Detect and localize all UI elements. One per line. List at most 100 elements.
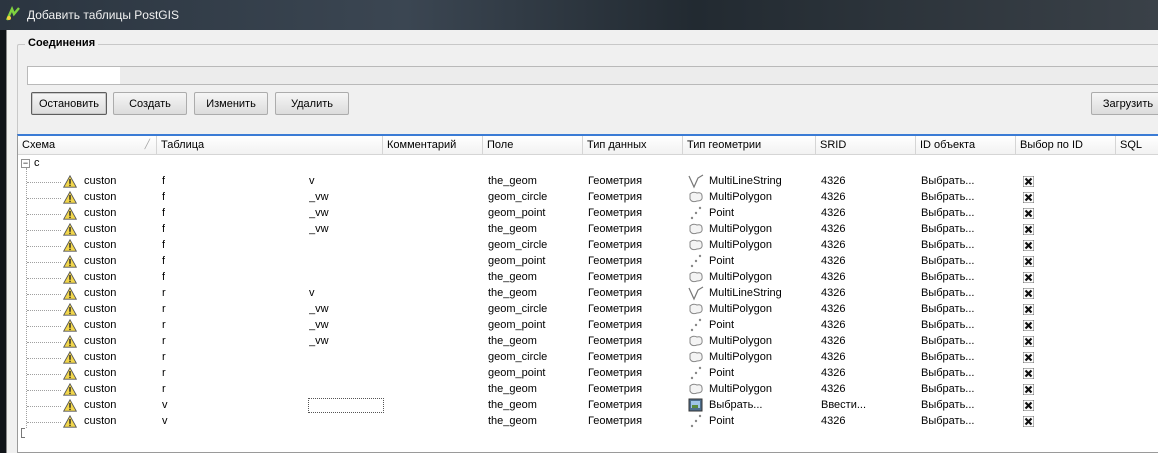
col-table[interactable]: Таблица xyxy=(157,136,383,155)
checkbox-unchecked-icon[interactable] xyxy=(1023,336,1034,347)
checkbox-unchecked-icon[interactable] xyxy=(1023,272,1034,283)
table-row[interactable]: custon f v the_geom Геометрия MultiLineString… xyxy=(18,174,1158,190)
tree-branch-line xyxy=(27,198,61,199)
table-name-suffix: _vw xyxy=(309,319,329,331)
connect-button[interactable]: Остановить xyxy=(31,92,107,115)
col-srid[interactable]: SRID xyxy=(816,136,916,155)
col-comment[interactable]: Комментарий xyxy=(383,136,483,155)
line-icon xyxy=(688,174,704,189)
feature-id-cell[interactable]: Выбрать... xyxy=(921,223,974,235)
table-name-suffix: _vw xyxy=(309,335,329,347)
create-button[interactable]: Создать xyxy=(113,92,187,115)
load-button[interactable]: Загрузить xyxy=(1091,92,1158,115)
collapse-icon[interactable]: − xyxy=(21,158,30,168)
feature-id-cell[interactable]: Выбрать... xyxy=(921,271,974,283)
checkbox-unchecked-icon[interactable] xyxy=(1023,304,1034,315)
feature-id-cell[interactable]: Выбрать... xyxy=(921,207,974,219)
table-row[interactable]: custon r geom_circle Геометрия MultiPolygon 4… xyxy=(18,350,1158,366)
table-row[interactable]: custon r _vw the_geom Геометрия MultiPolygon 4… xyxy=(18,334,1158,350)
checkbox-unchecked-icon[interactable] xyxy=(1023,368,1034,379)
checkbox-unchecked-icon[interactable] xyxy=(1023,240,1034,251)
checkbox-unchecked-icon[interactable] xyxy=(1023,224,1034,235)
feature-id-cell[interactable]: Выбрать... xyxy=(921,287,974,299)
feature-id-cell[interactable]: Выбрать... xyxy=(921,367,974,379)
datatype-cell: Геометрия xyxy=(588,335,643,347)
feature-id-cell[interactable]: Выбрать... xyxy=(921,255,974,267)
table-row[interactable]: custon f geom_circle Геометрия MultiPolygon 4… xyxy=(18,238,1158,254)
feature-id-cell[interactable]: Выбрать... xyxy=(921,191,974,203)
col-geometry-type[interactable]: Тип геометрии xyxy=(683,136,816,155)
checkbox-unchecked-icon[interactable] xyxy=(1023,352,1034,363)
table-row[interactable]: custon f _vw the_geom Геометрия MultiPolygon 4… xyxy=(18,222,1158,238)
col-sql[interactable]: SQL xyxy=(1116,136,1158,155)
datatype-cell: Геометрия xyxy=(588,223,643,235)
warning-icon xyxy=(63,271,77,284)
table-cell: r xyxy=(162,335,166,347)
field-cell: geom_circle xyxy=(488,239,548,251)
checkbox-unchecked-icon[interactable] xyxy=(1023,416,1034,427)
point-icon xyxy=(688,366,704,381)
table-cell: r xyxy=(162,383,166,395)
feature-id-cell[interactable]: Выбрать... xyxy=(921,239,974,251)
checkbox-unchecked-icon[interactable] xyxy=(1023,288,1034,299)
geometry-type-cell[interactable]: Выбрать... xyxy=(709,399,762,411)
table-row[interactable]: custon r the_geom Геометрия MultiPolygon 4326… xyxy=(18,382,1158,398)
feature-id-cell[interactable]: Выбрать... xyxy=(921,351,974,363)
schema-cell: custon xyxy=(84,271,117,283)
col-field[interactable]: Поле xyxy=(483,136,583,155)
table-row[interactable]: custon r _vw geom_point Геометрия Point 4326 Вы… xyxy=(18,318,1158,334)
checkbox-unchecked-icon[interactable] xyxy=(1023,176,1034,187)
datatype-cell: Геометрия xyxy=(588,415,643,427)
edit-button[interactable]: Изменить xyxy=(194,92,268,115)
table-row[interactable]: custon r _vw geom_circle Геометрия MultiPolyg… xyxy=(18,302,1158,318)
schema-cell: custon xyxy=(84,335,117,347)
col-select-by-id[interactable]: Выбор по ID xyxy=(1016,136,1116,155)
feature-id-cell[interactable]: Выбрать... xyxy=(921,399,974,411)
srid-cell: 4326 xyxy=(821,287,846,299)
feature-id-cell[interactable]: Выбрать... xyxy=(921,319,974,331)
tree-branch-line xyxy=(27,278,61,279)
datatype-cell: Геометрия xyxy=(588,271,643,283)
table-row[interactable]: custon r v the_geom Геометрия MultiLineString… xyxy=(18,286,1158,302)
col-feature-id[interactable]: ID объекта xyxy=(916,136,1016,155)
feature-id-cell[interactable]: Выбрать... xyxy=(921,175,974,187)
comment-edit-field[interactable] xyxy=(308,398,384,413)
warning-icon xyxy=(63,383,77,396)
schema-cell: custon xyxy=(84,367,117,379)
table-row[interactable]: custon f _vw geom_circle Геометрия MultiPolyg… xyxy=(18,190,1158,206)
point-icon xyxy=(688,206,704,221)
warning-icon xyxy=(63,207,77,220)
tables-tree-view[interactable]: Схема ╱ Таблица Комментарий Поле Тип дан… xyxy=(17,134,1158,453)
schema-node[interactable]: − c xyxy=(21,157,40,171)
table-row[interactable]: custon f geom_point Геометрия Point 4326 Выбра… xyxy=(18,254,1158,270)
table-row[interactable]: custon r geom_point Геометрия Point 4326 Выбра… xyxy=(18,366,1158,382)
geometry-type-cell: MultiLineString xyxy=(709,175,782,187)
tree-branch-line xyxy=(27,358,61,359)
connection-select[interactable] xyxy=(27,66,1158,85)
feature-id-cell[interactable]: Выбрать... xyxy=(921,415,974,427)
table-row[interactable]: custon f the_geom Геометрия MultiPolygon 4326… xyxy=(18,270,1158,286)
warning-icon xyxy=(63,255,77,268)
checkbox-unchecked-icon[interactable] xyxy=(1023,208,1034,219)
feature-id-cell[interactable]: Выбрать... xyxy=(921,335,974,347)
tree-branch-line xyxy=(27,294,61,295)
table-row[interactable]: custon f _vw geom_point Геометрия Point 4326 Вы… xyxy=(18,206,1158,222)
geometry-type-cell: MultiPolygon xyxy=(709,191,772,203)
field-cell: the_geom xyxy=(488,415,537,427)
checkbox-unchecked-icon[interactable] xyxy=(1023,192,1034,203)
feature-id-cell[interactable]: Выбрать... xyxy=(921,383,974,395)
polygon-icon xyxy=(688,334,704,349)
col-schema[interactable]: Схема ╱ xyxy=(18,136,157,155)
checkbox-unchecked-icon[interactable] xyxy=(1023,384,1034,395)
table-row[interactable]: custon v the_geom Геометрия Выбрать... Ввести… xyxy=(18,398,1158,414)
delete-button[interactable]: Удалить xyxy=(275,92,349,115)
feature-id-cell[interactable]: Выбрать... xyxy=(921,303,974,315)
col-datatype[interactable]: Тип данных xyxy=(583,136,683,155)
polygon-icon xyxy=(688,302,704,317)
checkbox-unchecked-icon[interactable] xyxy=(1023,256,1034,267)
checkbox-unchecked-icon[interactable] xyxy=(1023,320,1034,331)
geometry-type-cell: Point xyxy=(709,255,735,267)
table-row[interactable]: custon v the_geom Геометрия Point 4326 Выбрать… xyxy=(18,414,1158,430)
schema-cell: custon xyxy=(84,207,117,219)
checkbox-unchecked-icon[interactable] xyxy=(1023,400,1034,411)
